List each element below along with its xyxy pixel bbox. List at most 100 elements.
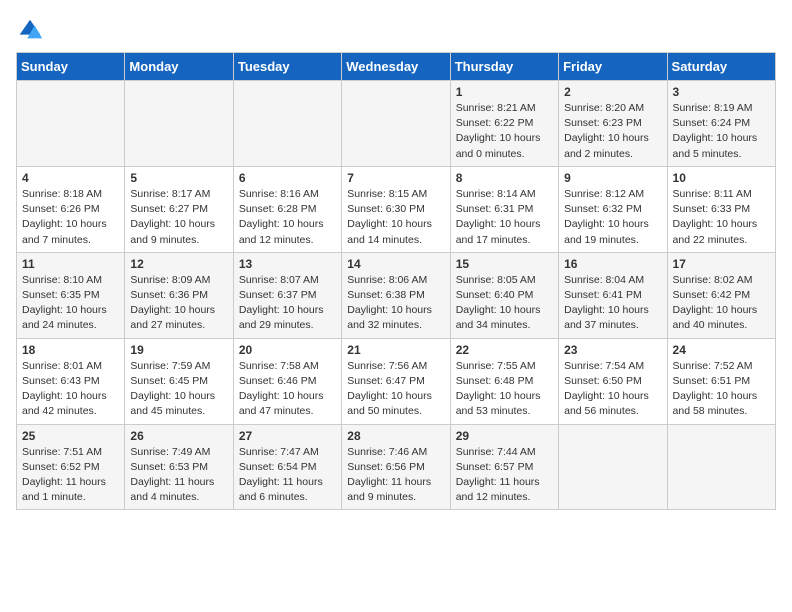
day-number: 22 xyxy=(456,343,553,357)
day-info: Sunrise: 8:20 AM Sunset: 6:23 PM Dayligh… xyxy=(564,101,661,162)
logo xyxy=(16,16,48,44)
day-number: 8 xyxy=(456,171,553,185)
day-info: Sunrise: 7:46 AM Sunset: 6:56 PM Dayligh… xyxy=(347,445,444,506)
day-number: 3 xyxy=(673,85,770,99)
calendar-cell: 16 Sunrise: 8:04 AM Sunset: 6:41 PM Dayli… xyxy=(559,252,667,338)
weekday-header: Sunday xyxy=(17,53,125,81)
calendar-cell: 19Sunrise: 7:59 AM Sunset: 6:45 PM Dayli… xyxy=(125,338,233,424)
calendar-cell: 13 Sunrise: 8:07 AM Sunset: 6:37 PM Dayli… xyxy=(233,252,341,338)
calendar-cell: 8 Sunrise: 8:14 AM Sunset: 6:31 PM Daylig… xyxy=(450,166,558,252)
day-number: 5 xyxy=(130,171,227,185)
day-number: 19 xyxy=(130,343,227,357)
day-number: 1 xyxy=(456,85,553,99)
day-number: 9 xyxy=(564,171,661,185)
calendar-table: SundayMondayTuesdayWednesdayThursdayFrid… xyxy=(16,52,776,510)
calendar-cell: 6 Sunrise: 8:16 AM Sunset: 6:28 PM Daylig… xyxy=(233,166,341,252)
logo-icon xyxy=(16,16,44,44)
day-info: Sunrise: 7:54 AM Sunset: 6:50 PM Dayligh… xyxy=(564,359,661,420)
calendar-cell: 14 Sunrise: 8:06 AM Sunset: 6:38 PM Dayli… xyxy=(342,252,450,338)
day-info: Sunrise: 8:14 AM Sunset: 6:31 PM Dayligh… xyxy=(456,187,553,248)
calendar-week-row: 18Sunrise: 8:01 AM Sunset: 6:43 PM Dayli… xyxy=(17,338,776,424)
calendar-cell: 5 Sunrise: 8:17 AM Sunset: 6:27 PM Daylig… xyxy=(125,166,233,252)
day-info: Sunrise: 8:12 AM Sunset: 6:32 PM Dayligh… xyxy=(564,187,661,248)
calendar-week-row: 4 Sunrise: 8:18 AM Sunset: 6:26 PM Daylig… xyxy=(17,166,776,252)
day-number: 15 xyxy=(456,257,553,271)
day-number: 29 xyxy=(456,429,553,443)
weekday-header: Thursday xyxy=(450,53,558,81)
calendar-cell xyxy=(17,81,125,167)
calendar-cell: 10Sunrise: 8:11 AM Sunset: 6:33 PM Dayli… xyxy=(667,166,775,252)
calendar-cell: 4 Sunrise: 8:18 AM Sunset: 6:26 PM Daylig… xyxy=(17,166,125,252)
calendar-cell: 18Sunrise: 8:01 AM Sunset: 6:43 PM Dayli… xyxy=(17,338,125,424)
day-number: 11 xyxy=(22,257,119,271)
calendar-cell xyxy=(667,424,775,510)
day-number: 24 xyxy=(673,343,770,357)
day-info: Sunrise: 8:02 AM Sunset: 6:42 PM Dayligh… xyxy=(673,273,770,334)
day-info: Sunrise: 8:09 AM Sunset: 6:36 PM Dayligh… xyxy=(130,273,227,334)
day-info: Sunrise: 8:01 AM Sunset: 6:43 PM Dayligh… xyxy=(22,359,119,420)
calendar-cell: 15 Sunrise: 8:05 AM Sunset: 6:40 PM Dayli… xyxy=(450,252,558,338)
calendar-cell: 9 Sunrise: 8:12 AM Sunset: 6:32 PM Daylig… xyxy=(559,166,667,252)
day-info: Sunrise: 8:07 AM Sunset: 6:37 PM Dayligh… xyxy=(239,273,336,334)
calendar-cell: 23 Sunrise: 7:54 AM Sunset: 6:50 PM Dayli… xyxy=(559,338,667,424)
weekday-header: Wednesday xyxy=(342,53,450,81)
weekday-header: Tuesday xyxy=(233,53,341,81)
day-info: Sunrise: 8:04 AM Sunset: 6:41 PM Dayligh… xyxy=(564,273,661,334)
calendar-cell: 22 Sunrise: 7:55 AM Sunset: 6:48 PM Dayli… xyxy=(450,338,558,424)
day-number: 4 xyxy=(22,171,119,185)
calendar-cell: 2 Sunrise: 8:20 AM Sunset: 6:23 PM Daylig… xyxy=(559,81,667,167)
day-info: Sunrise: 8:21 AM Sunset: 6:22 PM Dayligh… xyxy=(456,101,553,162)
day-info: Sunrise: 7:56 AM Sunset: 6:47 PM Dayligh… xyxy=(347,359,444,420)
day-info: Sunrise: 8:19 AM Sunset: 6:24 PM Dayligh… xyxy=(673,101,770,162)
day-number: 14 xyxy=(347,257,444,271)
calendar-cell: 26 Sunrise: 7:49 AM Sunset: 6:53 PM Dayli… xyxy=(125,424,233,510)
calendar-cell: 7 Sunrise: 8:15 AM Sunset: 6:30 PM Daylig… xyxy=(342,166,450,252)
calendar-cell: 21 Sunrise: 7:56 AM Sunset: 6:47 PM Dayli… xyxy=(342,338,450,424)
day-info: Sunrise: 8:05 AM Sunset: 6:40 PM Dayligh… xyxy=(456,273,553,334)
day-number: 17 xyxy=(673,257,770,271)
day-info: Sunrise: 8:17 AM Sunset: 6:27 PM Dayligh… xyxy=(130,187,227,248)
calendar-cell: 25Sunrise: 7:51 AM Sunset: 6:52 PM Dayli… xyxy=(17,424,125,510)
day-number: 20 xyxy=(239,343,336,357)
day-number: 2 xyxy=(564,85,661,99)
calendar-cell xyxy=(559,424,667,510)
calendar-cell xyxy=(233,81,341,167)
header-row: SundayMondayTuesdayWednesdayThursdayFrid… xyxy=(17,53,776,81)
day-number: 6 xyxy=(239,171,336,185)
day-number: 21 xyxy=(347,343,444,357)
calendar-cell: 3 Sunrise: 8:19 AM Sunset: 6:24 PM Daylig… xyxy=(667,81,775,167)
day-info: Sunrise: 7:47 AM Sunset: 6:54 PM Dayligh… xyxy=(239,445,336,506)
day-number: 27 xyxy=(239,429,336,443)
day-number: 28 xyxy=(347,429,444,443)
weekday-header: Saturday xyxy=(667,53,775,81)
day-info: Sunrise: 7:44 AM Sunset: 6:57 PM Dayligh… xyxy=(456,445,553,506)
calendar-week-row: 1 Sunrise: 8:21 AM Sunset: 6:22 PM Daylig… xyxy=(17,81,776,167)
day-info: Sunrise: 7:49 AM Sunset: 6:53 PM Dayligh… xyxy=(130,445,227,506)
calendar-cell: 24 Sunrise: 7:52 AM Sunset: 6:51 PM Dayli… xyxy=(667,338,775,424)
calendar-cell: 20 Sunrise: 7:58 AM Sunset: 6:46 PM Dayli… xyxy=(233,338,341,424)
calendar-week-row: 25Sunrise: 7:51 AM Sunset: 6:52 PM Dayli… xyxy=(17,424,776,510)
day-info: Sunrise: 8:15 AM Sunset: 6:30 PM Dayligh… xyxy=(347,187,444,248)
day-number: 25 xyxy=(22,429,119,443)
day-info: Sunrise: 8:18 AM Sunset: 6:26 PM Dayligh… xyxy=(22,187,119,248)
calendar-cell: 27 Sunrise: 7:47 AM Sunset: 6:54 PM Dayli… xyxy=(233,424,341,510)
day-info: Sunrise: 7:58 AM Sunset: 6:46 PM Dayligh… xyxy=(239,359,336,420)
day-number: 13 xyxy=(239,257,336,271)
day-info: Sunrise: 7:55 AM Sunset: 6:48 PM Dayligh… xyxy=(456,359,553,420)
weekday-header: Monday xyxy=(125,53,233,81)
day-number: 16 xyxy=(564,257,661,271)
day-info: Sunrise: 8:16 AM Sunset: 6:28 PM Dayligh… xyxy=(239,187,336,248)
header xyxy=(16,16,776,44)
day-info: Sunrise: 8:10 AM Sunset: 6:35 PM Dayligh… xyxy=(22,273,119,334)
day-number: 26 xyxy=(130,429,227,443)
calendar-cell xyxy=(125,81,233,167)
calendar-cell: 29 Sunrise: 7:44 AM Sunset: 6:57 PM Dayli… xyxy=(450,424,558,510)
calendar-cell xyxy=(342,81,450,167)
day-number: 7 xyxy=(347,171,444,185)
day-number: 10 xyxy=(673,171,770,185)
day-info: Sunrise: 8:06 AM Sunset: 6:38 PM Dayligh… xyxy=(347,273,444,334)
day-number: 23 xyxy=(564,343,661,357)
calendar-cell: 11 Sunrise: 8:10 AM Sunset: 6:35 PM Dayli… xyxy=(17,252,125,338)
day-info: Sunrise: 7:52 AM Sunset: 6:51 PM Dayligh… xyxy=(673,359,770,420)
calendar-cell: 12Sunrise: 8:09 AM Sunset: 6:36 PM Dayli… xyxy=(125,252,233,338)
